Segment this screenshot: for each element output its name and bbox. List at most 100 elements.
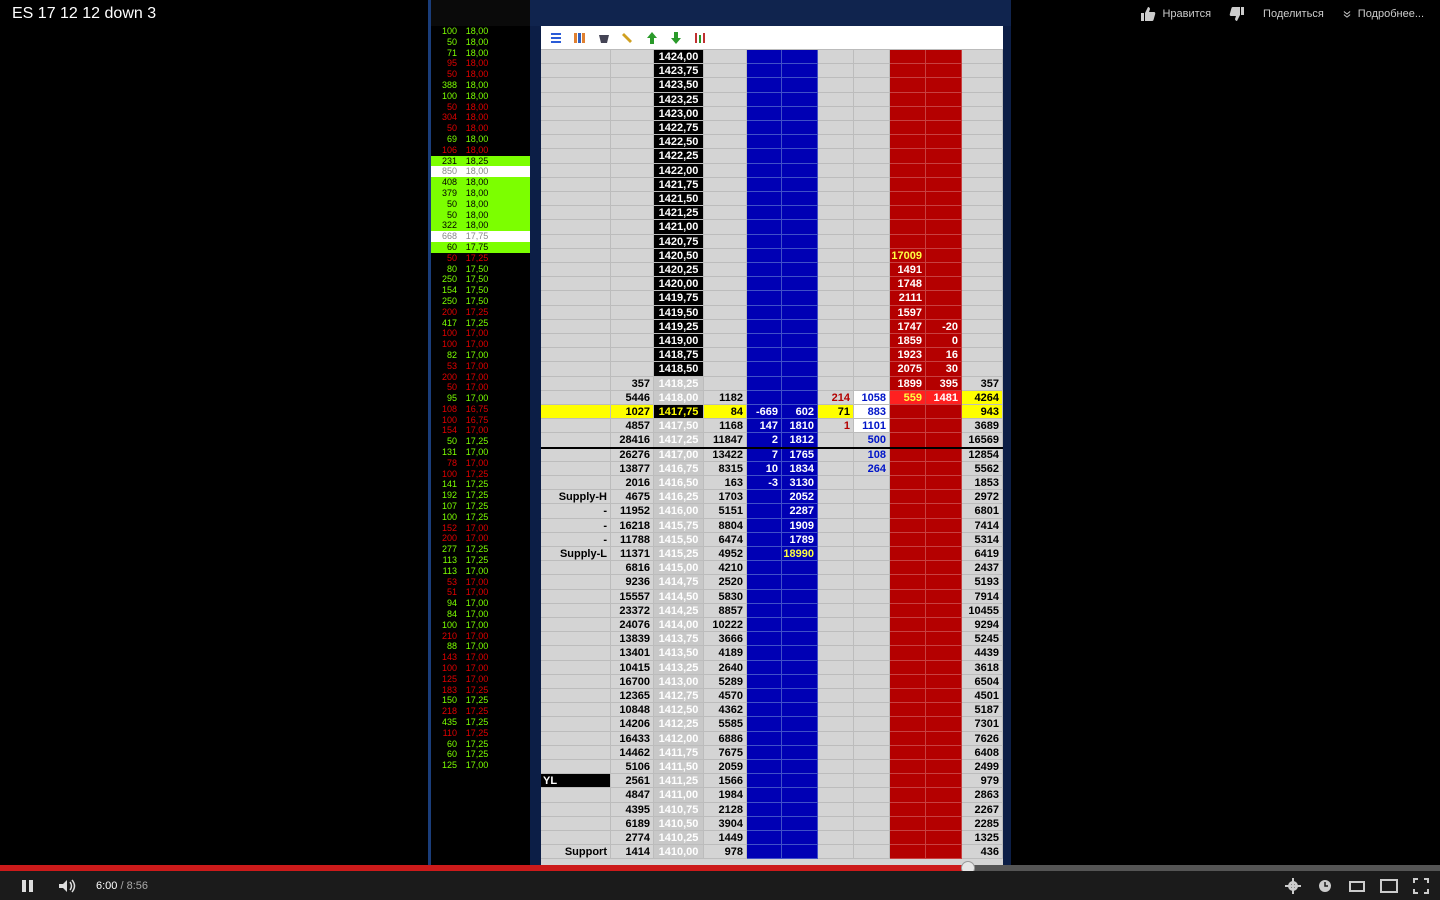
total-volume-cell[interactable] <box>962 135 1003 150</box>
ask-size-cell[interactable] <box>890 532 926 547</box>
ask-delta-cell[interactable] <box>926 405 962 420</box>
bid-delta-cell[interactable] <box>747 561 782 576</box>
ask-size-cell[interactable] <box>890 603 926 618</box>
ask-size-cell[interactable] <box>890 561 926 576</box>
trades-bid-cell[interactable] <box>818 476 854 491</box>
bid-pull-cell[interactable] <box>854 717 890 732</box>
volume-at-price-cell[interactable]: 2520 <box>704 575 747 590</box>
total-volume-cell[interactable] <box>962 149 1003 164</box>
bid-pull-cell[interactable] <box>854 135 890 150</box>
bid-size-cell[interactable] <box>782 802 818 817</box>
trades-bid-cell[interactable] <box>818 177 854 192</box>
note-cell[interactable] <box>541 334 611 349</box>
volume-cell[interactable] <box>611 248 654 263</box>
ask-size-cell[interactable] <box>890 149 926 164</box>
total-volume-cell[interactable]: 2863 <box>962 788 1003 803</box>
settings-icon[interactable] <box>1284 877 1302 894</box>
volume-cell[interactable]: 16700 <box>611 674 654 689</box>
bid-size-cell[interactable] <box>782 788 818 803</box>
price-row[interactable]: 1419,50 1597 <box>541 305 1003 320</box>
volume-at-price-cell[interactable] <box>704 50 747 65</box>
bid-delta-cell[interactable] <box>747 248 782 263</box>
ask-delta-cell[interactable] <box>926 234 962 249</box>
note-cell[interactable] <box>541 305 611 320</box>
bid-delta-cell[interactable] <box>747 220 782 235</box>
price-row[interactable]: 1423,25 <box>541 92 1003 107</box>
bid-pull-cell[interactable] <box>854 319 890 334</box>
price-row[interactable]: 2774 1410,25 1449 1325 <box>541 831 1003 846</box>
note-cell[interactable] <box>541 263 611 278</box>
note-cell[interactable] <box>541 78 611 93</box>
bid-size-cell[interactable] <box>782 674 818 689</box>
ask-size-cell[interactable] <box>890 660 926 675</box>
bid-delta-cell[interactable] <box>747 490 782 505</box>
ask-size-cell[interactable] <box>890 575 926 590</box>
bid-pull-cell[interactable] <box>854 192 890 207</box>
price-row[interactable]: 5446 1418,00 1182 214 1058 559 1481 4264 <box>541 390 1003 405</box>
total-volume-cell[interactable]: 2437 <box>962 561 1003 576</box>
trades-bid-cell[interactable] <box>818 490 854 505</box>
volume-cell[interactable] <box>611 106 654 121</box>
price-row[interactable]: -16218 1415,75 8804 1909 7414 <box>541 518 1003 533</box>
bid-pull-cell[interactable] <box>854 788 890 803</box>
bid-delta-cell[interactable] <box>747 106 782 121</box>
share-button[interactable]: Поделиться <box>1263 8 1324 20</box>
total-volume-cell[interactable]: 10455 <box>962 603 1003 618</box>
bid-size-cell[interactable] <box>782 248 818 263</box>
volume-cell[interactable] <box>611 348 654 363</box>
volume-cell[interactable]: 1027 <box>611 405 654 420</box>
bid-delta-cell[interactable] <box>747 376 782 391</box>
bid-delta-cell[interactable] <box>747 64 782 79</box>
note-cell[interactable]: Supply-L <box>541 547 611 562</box>
bid-size-cell[interactable] <box>782 192 818 207</box>
bid-delta-cell[interactable] <box>747 234 782 249</box>
ask-delta-cell[interactable] <box>926 490 962 505</box>
volume-cell[interactable] <box>611 50 654 65</box>
total-volume-cell[interactable]: 5562 <box>962 461 1003 476</box>
total-volume-cell[interactable] <box>962 362 1003 377</box>
price-row[interactable]: 23372 1414,25 8857 10455 <box>541 603 1003 618</box>
bid-pull-cell[interactable] <box>854 575 890 590</box>
bid-delta-cell[interactable] <box>747 92 782 107</box>
bid-size-cell[interactable]: 1765 <box>782 447 818 462</box>
total-volume-cell[interactable] <box>962 220 1003 235</box>
ask-size-cell[interactable]: 1923 <box>890 348 926 363</box>
volume-cell[interactable]: 26276 <box>611 447 654 462</box>
volume-at-price-cell[interactable]: 4362 <box>704 703 747 718</box>
volume-cell[interactable]: 6189 <box>611 816 654 831</box>
up-arrow-icon[interactable] <box>643 29 661 47</box>
volume-at-price-cell[interactable] <box>704 291 747 306</box>
bid-delta-cell[interactable] <box>747 362 782 377</box>
volume-at-price-cell[interactable]: 3666 <box>704 632 747 647</box>
volume-at-price-cell[interactable]: 10222 <box>704 618 747 633</box>
volume-at-price-cell[interactable]: 8857 <box>704 603 747 618</box>
volume-cell[interactable]: 9236 <box>611 575 654 590</box>
bid-delta-cell[interactable] <box>747 121 782 136</box>
bid-size-cell[interactable]: 2287 <box>782 504 818 519</box>
price-row[interactable]: 13839 1413,75 3666 5245 <box>541 632 1003 647</box>
bid-delta-cell[interactable] <box>747 177 782 192</box>
bid-delta-cell[interactable]: -3 <box>747 476 782 491</box>
trades-bid-cell[interactable] <box>818 845 854 860</box>
volume-at-price-cell[interactable]: 5830 <box>704 589 747 604</box>
trades-bid-cell[interactable] <box>818 50 854 65</box>
ask-delta-cell[interactable] <box>926 177 962 192</box>
note-cell[interactable] <box>541 121 611 136</box>
volume-at-price-cell[interactable]: 1566 <box>704 774 747 789</box>
trades-bid-cell[interactable] <box>818 788 854 803</box>
volume-at-price-cell[interactable]: 13422 <box>704 447 747 462</box>
note-cell[interactable] <box>541 163 611 178</box>
time-and-sales-list[interactable]: 100 18,00 50 18,00 71 18,00 95 18,00 50 18,00 388 1… <box>431 26 533 771</box>
total-volume-cell[interactable] <box>962 334 1003 349</box>
bid-delta-cell[interactable] <box>747 206 782 221</box>
ask-size-cell[interactable] <box>890 135 926 150</box>
total-volume-cell[interactable] <box>962 305 1003 320</box>
note-cell[interactable] <box>541 745 611 760</box>
volume-at-price-cell[interactable] <box>704 376 747 391</box>
trades-bid-cell[interactable] <box>818 461 854 476</box>
volume-at-price-cell[interactable]: 7675 <box>704 745 747 760</box>
settings-bars-icon[interactable] <box>691 29 709 47</box>
volume-at-price-cell[interactable]: 6474 <box>704 532 747 547</box>
bid-size-cell[interactable] <box>782 319 818 334</box>
bid-pull-cell[interactable] <box>854 121 890 136</box>
